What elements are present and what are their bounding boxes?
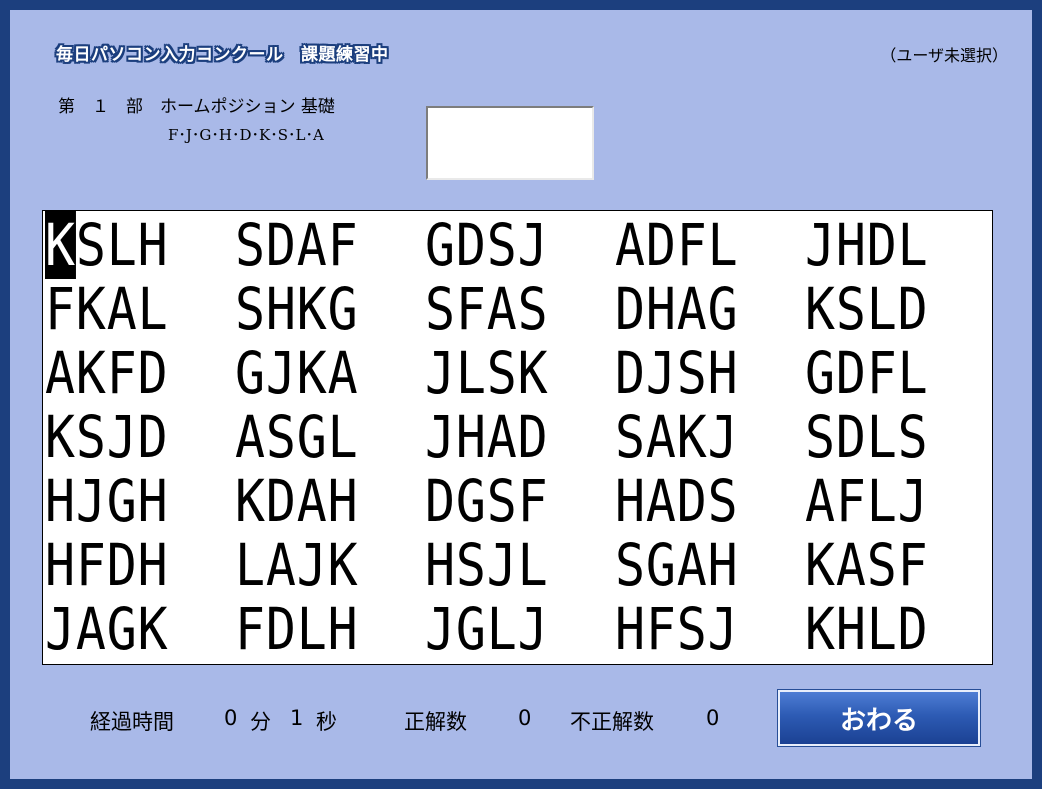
practice-word: KSLH — [45, 211, 169, 279]
practice-word: KSJD — [45, 403, 169, 471]
end-button[interactable]: おわる — [778, 690, 980, 746]
practice-word: SHKG — [235, 275, 359, 343]
section-keys: F･J･G･H･D･K･S･L･A — [168, 126, 324, 144]
practice-word: GDSJ — [425, 211, 549, 279]
minutes-unit: 分 — [250, 710, 271, 734]
practice-word: KDAH — [235, 467, 359, 535]
practice-word: KSLD — [805, 275, 929, 343]
elapsed-minutes: 0 — [224, 706, 238, 730]
user-status-label: （ユーザ未選択） — [880, 46, 1008, 65]
practice-word: SAKJ — [615, 403, 739, 471]
practice-word: SDLS — [805, 403, 929, 471]
practice-word: DHAG — [615, 275, 739, 343]
practice-word: DGSF — [425, 467, 549, 535]
practice-row: KSJD ASGL JHAD SAKJ SDLS — [45, 405, 990, 469]
practice-word: KASF — [805, 531, 929, 599]
practice-word: AKFD — [45, 339, 169, 407]
practice-word: HFSJ — [615, 595, 739, 663]
practice-row: KSLH SDAF GDSJ ADFL JHDL — [45, 211, 990, 279]
practice-word: JAGK — [45, 595, 169, 663]
practice-row: HFDH LAJK HSJL SGAH KASF — [45, 533, 990, 597]
practice-word: JLSK — [425, 339, 549, 407]
practice-word: KHLD — [805, 595, 929, 663]
practice-word: FDLH — [235, 595, 359, 663]
elapsed-seconds: 1 — [290, 706, 304, 730]
practice-word: SDAF — [235, 211, 359, 279]
section-title: 第 １ 部 ホームポジション 基礎 — [58, 97, 335, 117]
practice-word: JHAD — [425, 403, 549, 471]
correct-count-label: 正解数 — [404, 710, 467, 734]
practice-word: LAJK — [235, 531, 359, 599]
practice-word: JHDL — [805, 211, 929, 279]
practice-row: FKAL SHKG SFAS DHAG KSLD — [45, 277, 990, 341]
practice-word: SFAS — [425, 275, 549, 343]
practice-word: AFLJ — [805, 467, 929, 535]
practice-row: AKFD GJKA JLSK DJSH GDFL — [45, 341, 990, 405]
practice-word: GDFL — [805, 339, 929, 407]
practice-word: JGLJ — [425, 595, 549, 663]
practice-word: HFDH — [45, 531, 169, 599]
practice-row: HJGH KDAH DGSF HADS AFLJ — [45, 469, 990, 533]
practice-word: DJSH — [615, 339, 739, 407]
practice-word: HSJL — [425, 531, 549, 599]
correct-count: 0 — [518, 706, 532, 730]
practice-text-area: KSLH SDAF GDSJ ADFL JHDL FKAL SHKG SFAS DHAG KSLD… — [42, 210, 993, 665]
app-title: 毎日パソコン入力コンクール 課題練習中 — [56, 45, 389, 65]
current-char-cursor: K — [45, 211, 76, 279]
practice-word: GJKA — [235, 339, 359, 407]
practice-row: JAGK FDLH JGLJ HFSJ KHLD — [45, 597, 990, 661]
practice-word: ADFL — [615, 211, 739, 279]
practice-word: SGAH — [615, 531, 739, 599]
typing-input-box[interactable] — [426, 106, 594, 180]
practice-word: HJGH — [45, 467, 169, 535]
seconds-unit: 秒 — [316, 710, 337, 734]
practice-word: ASGL — [235, 403, 359, 471]
practice-word: FKAL — [45, 275, 169, 343]
practice-word-rest: SLH — [75, 211, 169, 279]
incorrect-count-label: 不正解数 — [570, 710, 654, 734]
elapsed-time-label: 経過時間 — [90, 710, 174, 734]
app-window: 毎日パソコン入力コンクール 課題練習中 （ユーザ未選択） 第 １ 部 ホームポジ… — [10, 10, 1032, 779]
incorrect-count: 0 — [706, 706, 720, 730]
practice-word: HADS — [615, 467, 739, 535]
